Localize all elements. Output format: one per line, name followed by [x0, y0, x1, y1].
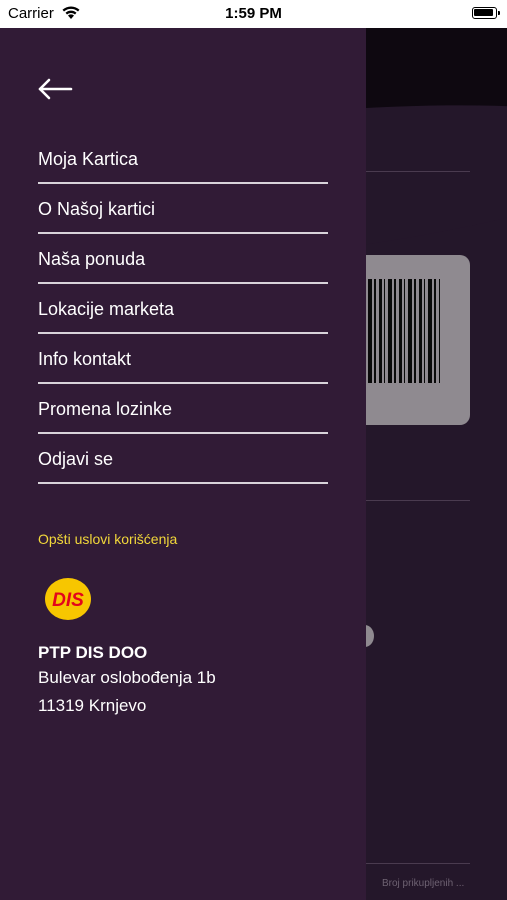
- status-bar: Carrier 1:59 PM: [0, 0, 507, 28]
- status-time: 1:59 PM: [225, 5, 282, 22]
- menu-item-lokacije-marketa[interactable]: Lokacije marketa: [38, 284, 328, 334]
- company-name: PTP DIS DOO: [38, 643, 148, 662]
- barcode-icon: [368, 279, 440, 383]
- background-divider: [366, 171, 470, 172]
- menu-item-odjavi-se[interactable]: Odjavi se: [38, 434, 328, 484]
- menu-list: Moja Kartica O Našoj kartici Naša ponuda…: [38, 134, 328, 484]
- side-drawer: Moja Kartica O Našoj kartici Naša ponuda…: [0, 28, 366, 900]
- company-city: 11319 Krnjevo: [38, 696, 147, 715]
- background-divider: [366, 863, 470, 864]
- logo-text: DIS: [52, 590, 84, 611]
- dis-logo: DIS: [44, 577, 92, 621]
- battery-icon: [472, 7, 500, 19]
- menu-item-moja-kartica[interactable]: Moja Kartica: [38, 134, 328, 184]
- background-footer-text: Broj prikupljenih ...: [382, 878, 465, 889]
- menu-item-info-kontakt[interactable]: Info kontakt: [38, 334, 328, 384]
- menu-item-promena-lozinke[interactable]: Promena lozinke: [38, 384, 328, 434]
- company-info: PTP DIS DOO Bulevar oslobođenja 1b 11319…: [38, 642, 338, 720]
- back-button[interactable]: [37, 78, 73, 100]
- arrow-left-icon: [38, 78, 73, 100]
- background-divider: [366, 500, 470, 501]
- terms-link[interactable]: Opšti uslovi korišćenja: [38, 531, 177, 547]
- company-address: Bulevar oslobođenja 1b: [38, 668, 216, 687]
- menu-item-o-nasoj-kartici[interactable]: O Našoj kartici: [38, 184, 328, 234]
- menu-item-nasa-ponuda[interactable]: Naša ponuda: [38, 234, 328, 284]
